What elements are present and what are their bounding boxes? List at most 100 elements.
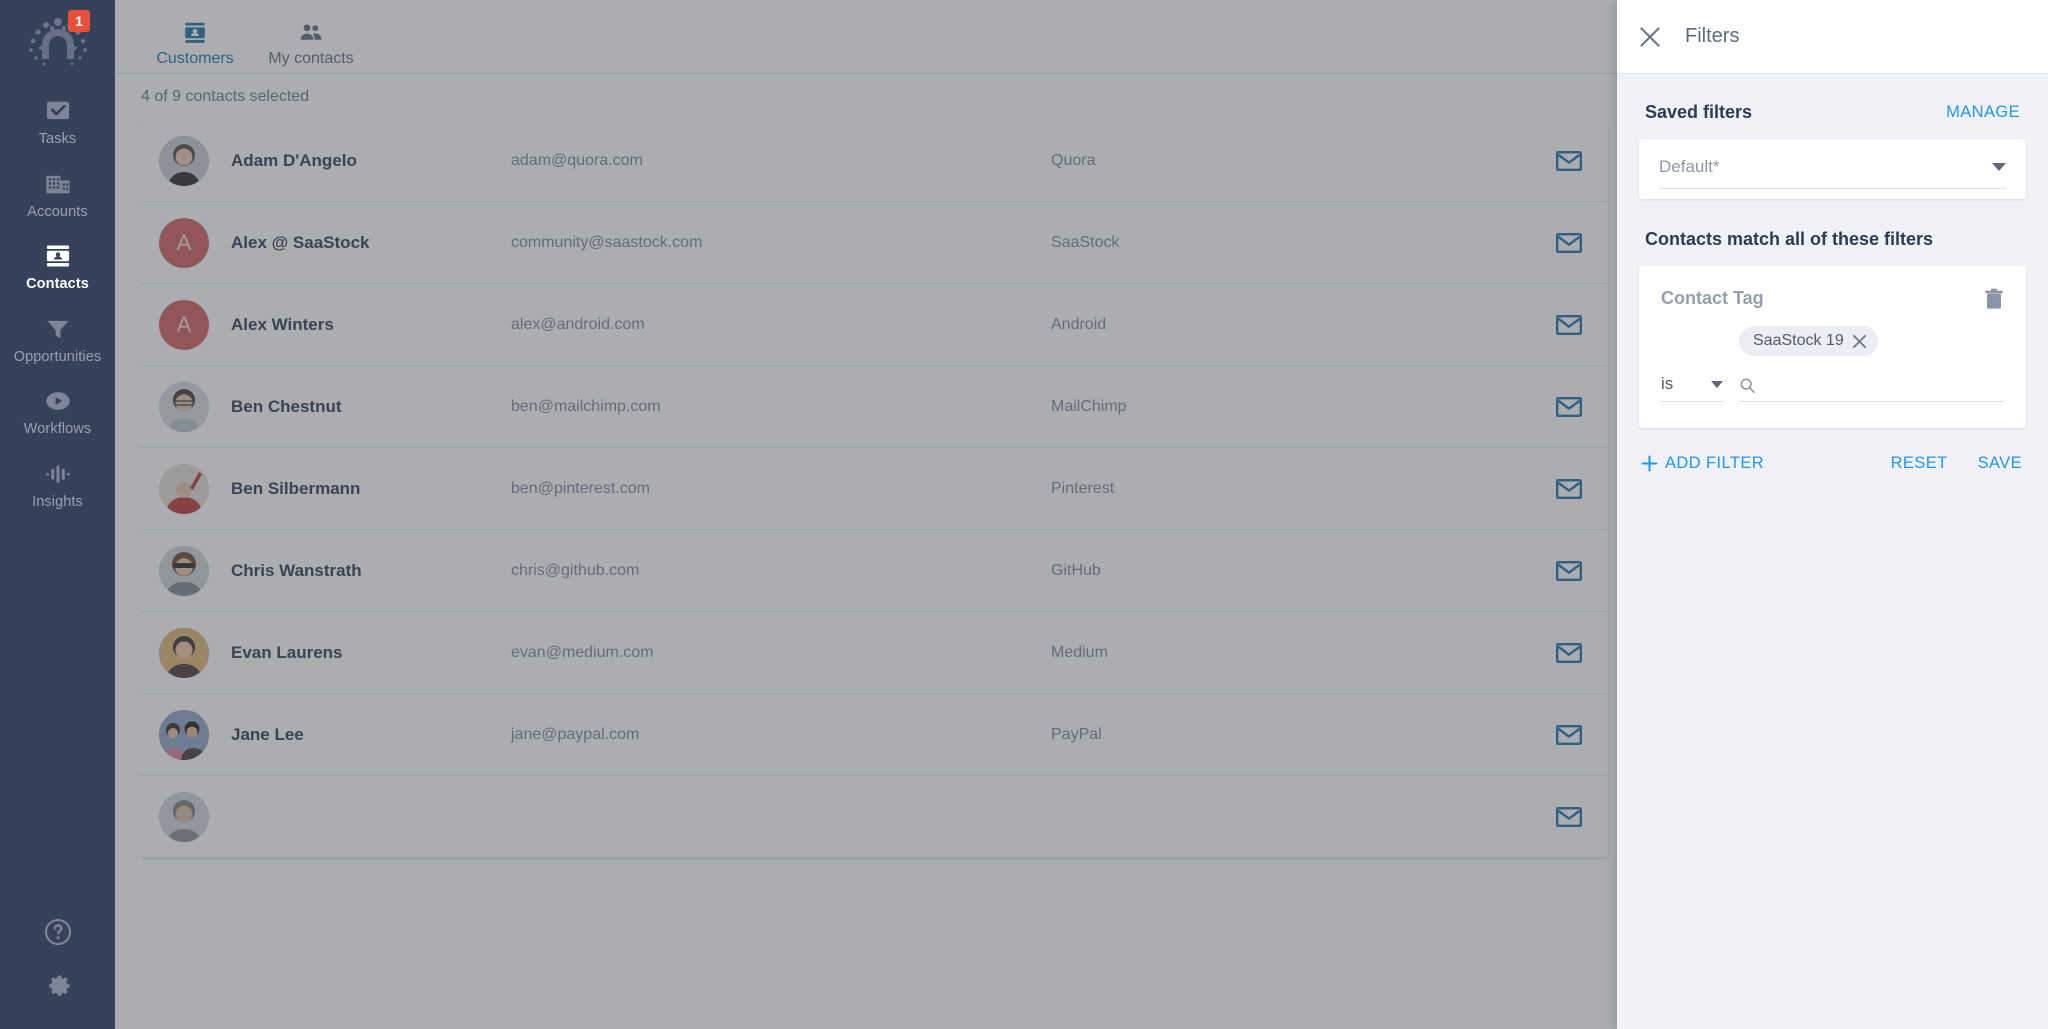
sidebar-item-contacts[interactable]: Contacts [0,229,115,302]
row-actions [1542,314,1582,335]
manage-button[interactable]: MANAGE [1946,103,2020,122]
close-icon[interactable] [1852,334,1867,349]
table-row[interactable]: Ben Silbermann ben@pinterest.com Pintere… [141,448,1608,530]
help-circle-icon[interactable] [43,917,73,947]
sidebar: 1 Tasks Accounts Contacts Opportunities … [0,0,115,1029]
filter-card-contact-tag: Contact Tag SaaStock 19 is [1639,266,2026,428]
avatar [159,463,209,514]
saved-filter-select[interactable]: Default* [1659,157,2006,189]
check-square-icon [46,101,69,120]
contact-name: Ben Chestnut [231,396,342,416]
building-icon [45,175,70,193]
tab-label: Customers [156,50,234,67]
table-row[interactable] [141,776,1608,858]
row-actions [1542,150,1582,171]
table-row[interactable]: A Alex Winters alex@android.com Android [141,284,1608,366]
avatar [159,791,209,842]
sidebar-item-accounts[interactable]: Accounts [0,157,115,230]
gear-icon[interactable] [43,969,73,999]
filter-operator-value: is [1661,374,1674,393]
avatar: A [159,299,209,350]
close-icon[interactable] [1639,26,1661,48]
sidebar-item-label: Contacts [26,276,89,292]
saved-filter-select-card: Default* [1639,139,2026,199]
contact-company: Medium [1051,643,1108,661]
row-actions [1542,724,1582,745]
filter-chip-label: SaaStock 19 [1753,332,1844,349]
chevron-down-icon [1711,380,1723,388]
sidebar-bottom-actions [0,917,115,1029]
mail-icon[interactable] [1556,314,1582,335]
mail-icon[interactable] [1556,396,1582,417]
sidebar-item-workflows[interactable]: Workflows [0,374,115,447]
contact-email: chris@github.com [511,561,640,579]
contact-email: alex@android.com [511,315,645,333]
sidebar-item-label: Opportunities [13,348,102,365]
contact-name: Alex @ SaaStock [231,232,370,252]
sidebar-item-label: Accounts [27,203,88,220]
sidebar-item-label: Workflows [23,421,92,437]
avatar-initial: A [176,311,192,337]
contact-email: ben@pinterest.com [511,479,650,497]
contact-company: Quora [1051,151,1096,169]
contact-name: Adam D'Angelo [231,150,357,170]
contact-name: Jane Lee [231,724,304,744]
filter-chip[interactable]: SaaStock 19 [1739,326,1878,356]
filter-value-search[interactable] [1739,376,2004,402]
search-icon [1740,378,1755,393]
contact-card-icon [185,22,205,43]
contact-company: Android [1051,315,1107,333]
tab-customers[interactable]: Customers [141,14,249,73]
row-actions [1542,396,1582,417]
people-icon [300,24,322,40]
add-filter-label: ADD FILTER [1665,454,1765,472]
selection-count-label: 4 of 9 contacts selected [141,88,310,105]
contact-email: community@saastock.com [511,233,703,251]
row-actions [1542,642,1582,663]
table-row[interactable]: Ben Chestnut ben@mailchimp.com MailChimp [141,366,1608,448]
table-row[interactable]: Adam D'Angelo adam@quora.com Quora [141,120,1608,202]
save-button[interactable]: SAVE [1978,454,2022,473]
sidebar-item-opportunities[interactable]: Opportunities [0,302,115,375]
mail-icon[interactable] [1556,232,1582,253]
contact-name: Chris Wanstrath [231,560,362,580]
mail-icon[interactable] [1556,642,1582,663]
add-filter-button[interactable]: ADD FILTER [1641,454,1764,473]
avatar-initial: A [176,229,192,255]
contact-name: Alex Winters [231,314,334,334]
filter-operator-select[interactable]: is [1661,374,1723,402]
sidebar-item-insights[interactable]: Insights [0,447,115,520]
mail-icon[interactable] [1556,806,1582,827]
sidebar-item-tasks[interactable]: Tasks [0,84,115,157]
app-logo[interactable]: 1 [0,4,115,84]
table-row[interactable]: Jane Lee jane@paypal.com PayPal [141,694,1608,776]
contact-name: Ben Silbermann [231,478,361,498]
filter-value-input[interactable] [1766,376,2004,394]
row-actions [1542,232,1582,253]
table-row[interactable]: Evan Laurens evan@medium.com Medium [141,612,1608,694]
plus-icon [1641,455,1658,472]
contact-company: MailChimp [1051,397,1127,415]
table-row[interactable]: A Alex @ SaaStock community@saastock.com… [141,202,1608,284]
filter-chip-list: SaaStock 19 [1661,326,2004,356]
table-row[interactable]: Chris Wanstrath chris@github.com GitHub [141,530,1608,612]
contact-email: evan@medium.com [511,643,654,661]
mail-icon[interactable] [1556,560,1582,581]
tab-my-contacts[interactable]: My contacts [257,14,365,73]
play-circle-icon [45,392,70,410]
avatar [159,709,209,760]
contact-card-icon [46,245,69,267]
mail-icon[interactable] [1556,150,1582,171]
tab-label: My contacts [268,50,354,67]
contact-company: GitHub [1051,561,1101,579]
avatar: A [159,217,209,268]
contact-company: Pinterest [1051,479,1115,497]
mail-icon[interactable] [1556,724,1582,745]
trash-icon[interactable] [1984,288,2004,310]
avatar [159,627,209,678]
mail-icon[interactable] [1556,478,1582,499]
row-actions [1542,478,1582,499]
reset-button[interactable]: RESET [1891,454,1948,473]
notification-badge: 1 [68,10,90,32]
row-actions [1542,806,1582,827]
